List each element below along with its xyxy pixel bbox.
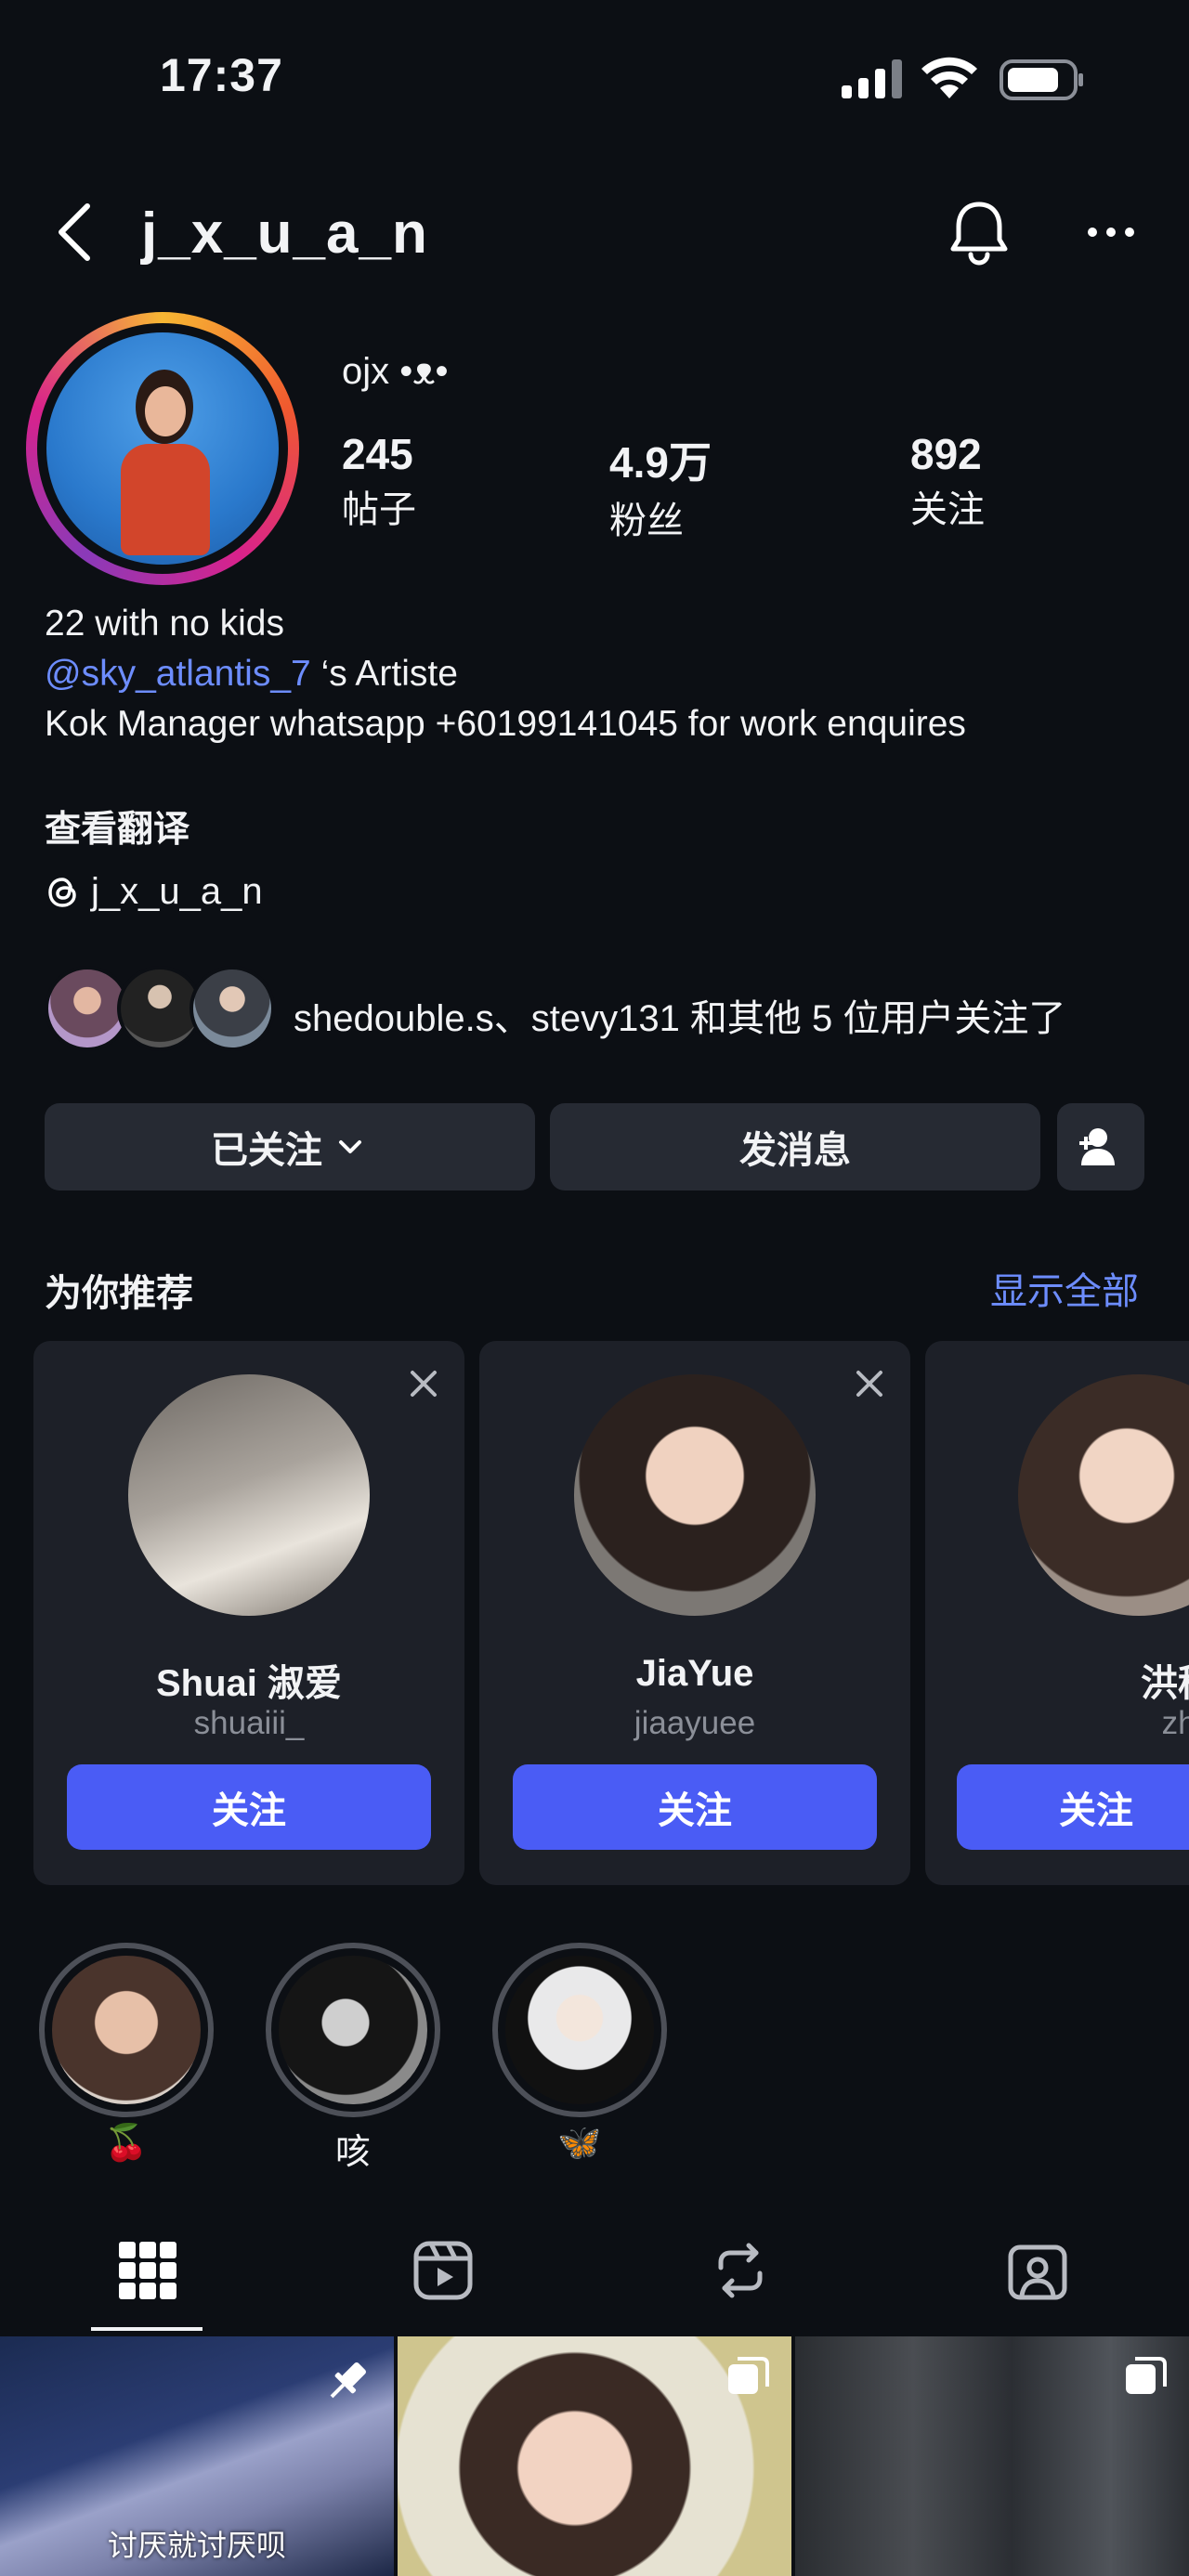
stat-label: 粉丝 xyxy=(609,501,684,541)
suggested-card[interactable]: Shuai 淑爱 shuaiii_ 关注 xyxy=(33,1341,464,1885)
stat-following[interactable]: 892 关注 xyxy=(910,429,985,533)
stat-posts[interactable]: 245 帖子 xyxy=(342,429,416,533)
following-button[interactable]: 已关注 xyxy=(45,1103,535,1190)
bio-mention-suffix: ‘s Artiste xyxy=(310,654,458,694)
suggested-name: Shuai 淑爱 xyxy=(155,1663,343,1704)
mutual-followers-text[interactable]: shedouble.s、stevy131 和其他 5 位用户关注了 xyxy=(294,988,1065,1042)
close-icon[interactable] xyxy=(855,1369,884,1399)
bio-line: Kok Manager whatsapp +60199141045 for wo… xyxy=(45,704,966,744)
message-label: 发消息 xyxy=(739,1130,851,1171)
status-time: 17:37 xyxy=(160,49,283,101)
wifi-icon xyxy=(921,57,977,98)
signal-icon xyxy=(842,59,902,98)
active-tab-indicator xyxy=(91,2327,203,2331)
highlight-label: 🦋 xyxy=(557,2124,602,2163)
suggested-card[interactable]: 洪稚柔 zhiroub 关注 xyxy=(925,1341,1189,1885)
highlight-label: 咳 xyxy=(334,2133,371,2172)
stat-value: 4.9万 xyxy=(609,438,712,487)
message-button[interactable]: 发消息 xyxy=(550,1103,1040,1190)
show-all-link[interactable]: 显示全部 xyxy=(990,1261,1139,1315)
tagged-tab-icon[interactable] xyxy=(1007,2240,1068,2301)
suggested-name: 洪稚柔 xyxy=(1141,1663,1189,1704)
stat-value: 245 xyxy=(342,430,413,478)
add-user-icon xyxy=(1079,1128,1115,1165)
profile-username-title: j_x_u_a_n xyxy=(141,202,428,266)
post-thumbnail[interactable]: 讨厌就讨厌呗 xyxy=(0,2336,394,2576)
follow-button[interactable]: 关注 xyxy=(67,1764,431,1850)
suggested-handle: zhiroub xyxy=(1161,1705,1189,1741)
avatar xyxy=(189,966,275,1051)
highlight-label: 🍒 xyxy=(104,2124,149,2163)
suggested-avatar[interactable] xyxy=(128,1374,370,1616)
suggested-avatar[interactable] xyxy=(1018,1374,1189,1616)
display-name: ojx •ᴥ• xyxy=(342,351,449,392)
suggested-card[interactable]: JiaYue jiaayuee 关注 xyxy=(479,1341,910,1885)
stat-value: 892 xyxy=(910,430,982,478)
pin-icon xyxy=(330,2362,366,2399)
bio-line: @sky_atlantis_7 ‘s Artiste xyxy=(45,654,458,695)
bio-mention-link[interactable]: @sky_atlantis_7 xyxy=(45,654,311,694)
post-caption-overlay: 讨厌就讨厌呗 xyxy=(107,2529,286,2562)
see-translation-link[interactable]: 查看翻译 xyxy=(45,800,189,852)
suggested-handle: jiaayuee xyxy=(634,1705,756,1741)
carousel-icon xyxy=(1126,2357,1167,2394)
post-thumbnail[interactable] xyxy=(398,2336,791,2576)
add-user-button[interactable] xyxy=(1057,1103,1144,1190)
notification-bell-icon[interactable] xyxy=(944,197,1014,267)
following-label: 已关注 xyxy=(211,1130,322,1171)
post-thumbnail[interactable] xyxy=(795,2336,1189,2576)
follow-button[interactable]: 关注 xyxy=(957,1764,1189,1850)
battery-icon xyxy=(1000,59,1083,100)
carousel-icon xyxy=(728,2357,769,2394)
suggested-handle: shuaiii_ xyxy=(193,1705,305,1741)
suggested-title: 为你推荐 xyxy=(45,1273,193,1314)
threads-handle: j_x_u_a_n xyxy=(91,871,263,912)
threads-icon xyxy=(48,877,76,907)
story-highlight[interactable] xyxy=(266,1943,440,2117)
profile-avatar xyxy=(46,332,279,565)
more-options-icon[interactable] xyxy=(1085,221,1137,243)
story-highlight[interactable] xyxy=(492,1943,667,2117)
stat-label: 关注 xyxy=(910,489,985,530)
reels-tab-icon[interactable] xyxy=(412,2240,474,2301)
grid-tab-icon[interactable] xyxy=(117,2240,178,2301)
suggested-avatar[interactable] xyxy=(574,1374,816,1616)
back-button[interactable] xyxy=(46,195,106,269)
close-icon[interactable] xyxy=(409,1369,438,1399)
bio-line: 22 with no kids xyxy=(45,604,284,644)
profile-avatar-story-ring[interactable] xyxy=(26,312,299,585)
stat-label: 帖子 xyxy=(342,489,416,530)
story-highlight[interactable] xyxy=(39,1943,214,2117)
stat-followers[interactable]: 4.9万 粉丝 xyxy=(609,429,712,544)
threads-link[interactable]: j_x_u_a_n xyxy=(45,871,263,913)
chevron-down-icon xyxy=(339,1140,361,1153)
suggested-name: JiaYue xyxy=(635,1653,754,1694)
reposts-tab-icon[interactable] xyxy=(710,2240,771,2301)
follow-button[interactable]: 关注 xyxy=(513,1764,877,1850)
